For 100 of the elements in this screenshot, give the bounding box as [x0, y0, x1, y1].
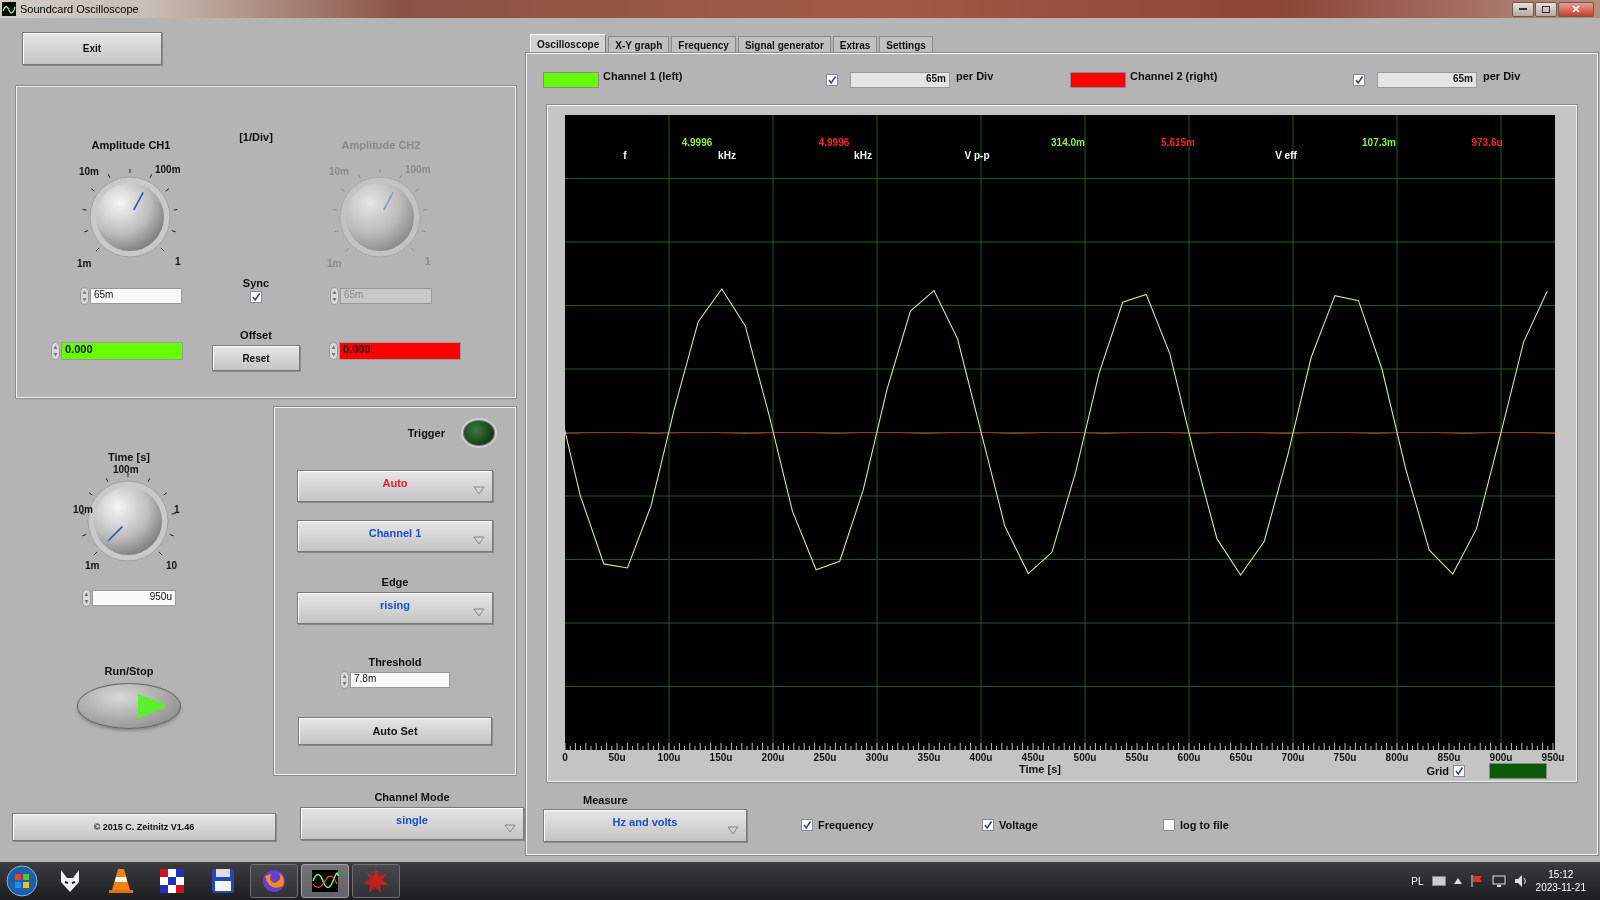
checkbox-label: Frequency [818, 819, 874, 831]
up-arrow-icon[interactable] [1453, 878, 1462, 884]
clock-time[interactable]: 15:12 [1548, 868, 1574, 881]
scale-label: 10 [166, 560, 178, 571]
color-swatch[interactable] [1070, 72, 1126, 88]
spinner-icon[interactable] [340, 671, 349, 689]
unit-label: per Div [1483, 70, 1521, 82]
axis-tick-label: 100u [657, 752, 681, 763]
color-swatch[interactable] [543, 72, 599, 88]
threshold-label: Threshold [368, 656, 422, 668]
checkbox[interactable] [1453, 764, 1465, 777]
axis-title: Time [s] [1019, 762, 1061, 775]
spinner-icon[interactable] [330, 287, 339, 305]
checkbox-label: log to file [1180, 819, 1229, 831]
number-field[interactable]: 65m [90, 288, 182, 304]
scale-label: 100m [155, 164, 181, 175]
axis-tick-label: 400u [969, 752, 993, 763]
checkbox-label: Voltage [999, 819, 1038, 831]
exit-button[interactable]: Exit [22, 32, 162, 65]
dropdown[interactable]: Channel 1 [297, 520, 493, 552]
flag-icon[interactable] [1469, 874, 1484, 888]
close-icon [1572, 5, 1580, 13]
minimize-button[interactable] [1512, 1, 1534, 17]
minimize-icon [1519, 7, 1527, 11]
measure-label: V eff [1275, 150, 1297, 161]
spinner-icon[interactable] [329, 342, 338, 360]
number-field[interactable]: 0.000 [61, 342, 183, 360]
copyright-button[interactable]: © 2015 C. Zeitnitz V1.46 [12, 813, 276, 841]
traffic-cone-icon [109, 869, 133, 893]
play-icon [136, 693, 166, 719]
axis-tick-label: 350u [917, 752, 941, 763]
unit-label: per Div [956, 70, 994, 82]
spinner-icon[interactable] [80, 287, 89, 305]
axis-tick-label: 900u [1489, 752, 1513, 763]
per-div-field[interactable]: 65m [1377, 72, 1477, 88]
checkbox[interactable] [801, 819, 813, 831]
reset-button[interactable]: Reset [212, 345, 300, 371]
scale-label: 1m [77, 258, 92, 269]
measure-reading: 107.3m [1362, 137, 1396, 148]
scale-label: 1 [175, 256, 181, 267]
measure-label: f [623, 150, 627, 161]
per-div-field[interactable]: 65m [850, 72, 950, 88]
sync-label: Sync [242, 277, 270, 289]
caret-icon [473, 608, 485, 617]
spinner-icon[interactable] [82, 589, 91, 607]
oscilloscope-icon [312, 870, 339, 892]
checkbox[interactable] [982, 819, 994, 831]
checkbox[interactable] [1353, 74, 1365, 86]
grid-label: Grid [1426, 764, 1449, 777]
checkbox[interactable] [826, 74, 838, 86]
channel-mode-label: Channel Mode [374, 791, 450, 803]
start-button[interactable] [6, 865, 38, 897]
taskbar-button[interactable] [301, 864, 349, 898]
splat-icon [363, 869, 389, 893]
window-title: Soundcard Oscilloscope [20, 3, 139, 15]
dropdown[interactable]: Hz and volts [543, 809, 747, 842]
axis-tick-label: 600u [1177, 752, 1201, 763]
axis-tick-label: 800u [1385, 752, 1409, 763]
checkbox[interactable] [1163, 819, 1175, 831]
axis-tick-label: 50u [608, 752, 626, 763]
dropdown[interactable]: single [300, 807, 524, 840]
axis-tick-label: 650u [1229, 752, 1253, 763]
clock-date[interactable]: 2023-11-21 [1535, 881, 1586, 894]
axis-tick-label: 500u [1073, 752, 1097, 763]
channel-label: Channel 1 (left) [602, 70, 684, 82]
color-swatch[interactable] [1489, 762, 1547, 779]
spinner-icon[interactable] [51, 342, 60, 360]
axis-tick-label: 550u [1125, 752, 1149, 763]
caret-icon [727, 826, 739, 835]
dropdown[interactable]: rising [297, 592, 493, 624]
tab[interactable]: Oscilloscope [530, 34, 607, 53]
scale-label: 1 [174, 504, 180, 515]
axis-tick-label: 200u [761, 752, 785, 763]
caret-icon [473, 486, 485, 495]
number-field[interactable]: 7.8m [350, 672, 450, 688]
keyboard-icon[interactable] [1431, 876, 1446, 886]
number-field[interactable]: 950u [92, 590, 176, 606]
speaker-icon[interactable] [1513, 874, 1528, 888]
knob-label: Amplitude CH1 [91, 139, 171, 151]
maximize-button[interactable] [1535, 1, 1557, 17]
axis-tick-label: 150u [709, 752, 733, 763]
axis-tick-label: 750u [1333, 752, 1357, 763]
measure-label: V p-p [964, 150, 990, 161]
close-button[interactable] [1558, 1, 1594, 17]
checkbox[interactable] [250, 291, 262, 303]
checkerboard-icon [160, 869, 184, 893]
auto-set-button[interactable]: Auto Set [298, 717, 492, 745]
browser-icon [263, 870, 285, 892]
scale-label: 1m [85, 560, 100, 571]
axis-tick-label: 950u [1541, 752, 1565, 763]
fox-icon [61, 870, 79, 892]
knob[interactable] [89, 176, 171, 258]
language-indicator[interactable]: PL [1411, 875, 1424, 887]
run-stop-label: Run/Stop [104, 665, 154, 677]
measure-label: kHz [718, 150, 736, 161]
channel-label: Channel 2 (right) [1129, 70, 1219, 82]
network-icon[interactable] [1491, 874, 1506, 888]
caret-icon [473, 536, 485, 545]
measure-reading: 4.9996 [681, 137, 713, 148]
unit-label: [1/Div] [239, 131, 273, 143]
